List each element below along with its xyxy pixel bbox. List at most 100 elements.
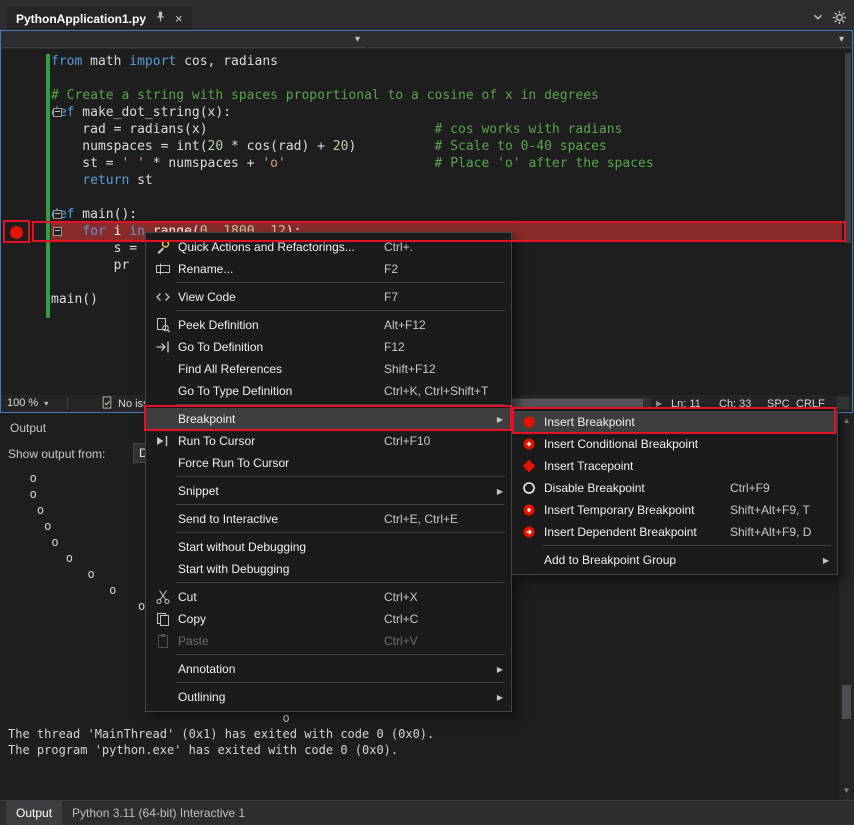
menu-item-run-to-cursor[interactable]: Run To CursorCtrl+F10 — [146, 430, 511, 452]
blank-icon — [152, 561, 174, 577]
menu-item-label: Cut — [174, 590, 384, 604]
track-changes-bar — [46, 54, 50, 318]
output-scrollbar-thumb[interactable] — [842, 685, 851, 719]
menu-item-label: Quick Actions and Refactorings... — [174, 240, 384, 254]
outline-collapse-icon[interactable] — [53, 210, 62, 219]
editor-scrollbar-thumb[interactable] — [845, 53, 851, 243]
menu-item-paste[interactable]: PasteCtrl+V — [146, 630, 511, 652]
chevron-down-icon: ▾ — [839, 33, 844, 46]
code-line[interactable]: return st — [51, 172, 842, 189]
code-line[interactable] — [51, 70, 842, 87]
menu-separator — [146, 580, 511, 586]
scroll-down-arrow-icon[interactable]: ▼ — [839, 786, 854, 795]
menu-separator — [146, 280, 511, 286]
go-to-definition-icon — [152, 339, 174, 355]
menu-item-peek-definition[interactable]: Peek DefinitionAlt+F12 — [146, 314, 511, 336]
menu-item-shortcut: Ctrl+K, Ctrl+Shift+T — [384, 384, 488, 398]
chevron-down-icon: ▾ — [44, 399, 48, 408]
code-line[interactable] — [51, 189, 842, 206]
scroll-up-arrow-icon[interactable]: ▲ — [839, 416, 854, 425]
breakpoint-glyph[interactable] — [10, 226, 23, 239]
editor-scrollbar[interactable] — [844, 49, 852, 395]
statusbar-divider — [67, 397, 68, 410]
menu-item-label: Snippet — [174, 484, 384, 498]
outline-collapse-icon[interactable] — [53, 227, 62, 236]
navbar-member-dropdown[interactable]: ▾ — [368, 32, 850, 48]
blank-icon — [152, 411, 174, 427]
code-line[interactable]: def main(): — [51, 206, 842, 223]
menu-item-label: Insert Tracepoint — [540, 459, 730, 473]
menu-item-insert-dependent-breakpoint[interactable]: Insert Dependent BreakpointShift+Alt+F9,… — [512, 521, 837, 543]
menu-item-quick-actions-and-refactorings[interactable]: Quick Actions and Refactorings...Ctrl+. — [146, 236, 511, 258]
code-line[interactable]: # Create a string with spaces proportion… — [51, 87, 842, 104]
menu-item-rename[interactable]: Rename...F2 — [146, 258, 511, 280]
menu-item-shortcut: Ctrl+. — [384, 240, 413, 254]
zoom-control[interactable]: 100 % ▾ — [7, 397, 48, 409]
submenu-arrow-icon: ▶ — [497, 487, 503, 496]
blank-icon — [152, 511, 174, 527]
menu-item-label: Insert Temporary Breakpoint — [540, 503, 730, 517]
document-tab-bar: PythonApplication1.py × — [0, 0, 854, 30]
menu-item-cut[interactable]: CutCtrl+X — [146, 586, 511, 608]
menu-separator — [146, 652, 511, 658]
menu-item-view-code[interactable]: View CodeF7 — [146, 286, 511, 308]
zoom-level: 100 % — [7, 397, 38, 409]
menu-item-shortcut: Shift+Alt+F9, T — [730, 503, 810, 517]
menu-item-label: Disable Breakpoint — [540, 481, 730, 495]
menu-separator — [146, 680, 511, 686]
menu-item-find-all-references[interactable]: Find All ReferencesShift+F12 — [146, 358, 511, 380]
breakpoint-submenu: Insert Breakpoint Insert Conditional Brea… — [511, 407, 838, 575]
code-line[interactable]: from math import cos, radians — [51, 53, 842, 70]
outline-collapse-icon[interactable] — [53, 108, 62, 117]
paste-icon — [152, 633, 174, 649]
code-line[interactable]: def make_dot_string(x): — [51, 104, 842, 121]
breakpoint-icon — [518, 414, 540, 430]
rename-icon — [152, 261, 174, 277]
menu-item-insert-conditional-breakpoint[interactable]: Insert Conditional Breakpoint — [512, 433, 837, 455]
menu-item-go-to-definition[interactable]: Go To DefinitionF12 — [146, 336, 511, 358]
menu-item-label: Force Run To Cursor — [174, 456, 384, 470]
peek-definition-icon — [152, 317, 174, 333]
menu-item-shortcut: Ctrl+V — [384, 634, 418, 648]
menu-item-shortcut: Ctrl+E, Ctrl+E — [384, 512, 458, 526]
document-tab-title: PythonApplication1.py — [16, 12, 146, 26]
panel-tab-python-interactive[interactable]: Python 3.11 (64-bit) Interactive 1 — [62, 801, 255, 825]
menu-item-force-run-to-cursor[interactable]: Force Run To Cursor — [146, 452, 511, 474]
output-scrollbar[interactable]: ▲ ▼ — [839, 413, 854, 800]
menu-item-snippet[interactable]: Snippet ▶ — [146, 480, 511, 502]
document-tab[interactable]: PythonApplication1.py × — [7, 7, 192, 30]
blank-icon — [152, 383, 174, 399]
menu-item-shortcut: Alt+F12 — [384, 318, 426, 332]
menu-item-copy[interactable]: CopyCtrl+C — [146, 608, 511, 630]
menu-item-label: Insert Breakpoint — [540, 415, 730, 429]
statusbar-grip — [837, 397, 849, 410]
menu-item-add-to-breakpoint-group[interactable]: Add to Breakpoint Group▶ — [512, 549, 837, 571]
menu-item-annotation[interactable]: Annotation▶ — [146, 658, 511, 680]
menu-item-insert-tracepoint[interactable]: Insert Tracepoint — [512, 455, 837, 477]
editor-navigation-bar: ▾ ▾ — [1, 31, 852, 49]
menu-item-disable-breakpoint[interactable]: Disable BreakpointCtrl+F9 — [512, 477, 837, 499]
menu-item-start-with-debugging[interactable]: Start with Debugging — [146, 558, 511, 580]
menu-item-send-to-interactive[interactable]: Send to InteractiveCtrl+E, Ctrl+E — [146, 508, 511, 530]
menu-item-label: Start without Debugging — [174, 540, 384, 554]
menu-item-shortcut: Ctrl+F9 — [730, 481, 770, 495]
pin-icon[interactable] — [154, 10, 167, 28]
blank-icon — [152, 661, 174, 677]
menu-item-shortcut: Ctrl+X — [384, 590, 418, 604]
navbar-project-dropdown[interactable]: ▾ — [3, 32, 366, 48]
settings-gear-icon[interactable] — [832, 10, 848, 26]
menu-item-go-to-type-definition[interactable]: Go To Type DefinitionCtrl+K, Ctrl+Shift+… — [146, 380, 511, 402]
menu-item-shortcut: Shift+Alt+F9, D — [730, 525, 811, 539]
code-line[interactable]: st = ' ' * numspaces + 'o' # Place 'o' a… — [51, 155, 842, 172]
menu-item-start-without-debugging[interactable]: Start without Debugging — [146, 536, 511, 558]
tab-list-chevron-icon[interactable] — [811, 10, 827, 26]
code-line[interactable]: rad = radians(x) # cos works with radian… — [51, 121, 842, 138]
menu-item-outlining[interactable]: Outlining▶ — [146, 686, 511, 708]
menu-item-insert-breakpoint[interactable]: Insert Breakpoint — [512, 411, 837, 433]
close-icon[interactable]: × — [175, 12, 183, 25]
menu-item-insert-temporary-breakpoint[interactable]: Insert Temporary BreakpointShift+Alt+F9,… — [512, 499, 837, 521]
code-line[interactable]: numspaces = int(20 * cos(rad) + 20) # Sc… — [51, 138, 842, 155]
menu-item-breakpoint[interactable]: Breakpoint▶ — [146, 408, 511, 430]
panel-tab-bar: Output Python 3.11 (64-bit) Interactive … — [0, 800, 854, 825]
panel-tab-output[interactable]: Output — [6, 801, 62, 825]
